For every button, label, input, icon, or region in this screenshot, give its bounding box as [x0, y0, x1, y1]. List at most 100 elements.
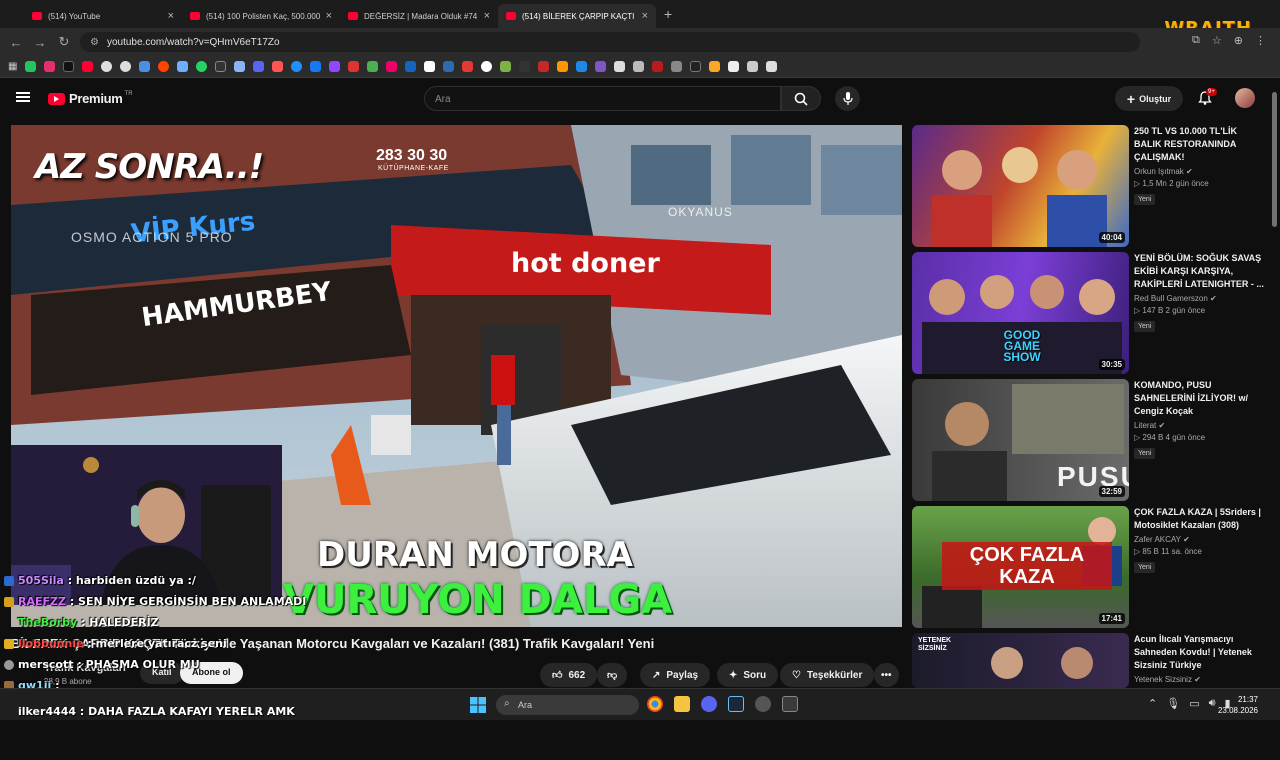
bookmark-icon[interactable] — [538, 61, 550, 72]
bookmark-icon[interactable] — [652, 61, 664, 72]
bookmark-icon[interactable] — [614, 61, 626, 72]
bookmark-icon[interactable] — [747, 61, 759, 72]
close-icon[interactable]: × — [484, 10, 490, 22]
apps-grid-icon[interactable]: ▦ — [8, 61, 17, 72]
bookmark-icon[interactable] — [500, 61, 512, 72]
browser-tab-3[interactable]: DEĞERSİZ | Madara Olduk #74 × — [340, 4, 498, 28]
bookmark-icon[interactable] — [633, 61, 645, 72]
video-thumbnail[interactable]: PUSU 32:59 — [912, 379, 1129, 501]
bookmark-icon[interactable] — [348, 61, 360, 72]
bookmark-icon[interactable] — [25, 61, 37, 72]
bookmark-icon[interactable] — [443, 61, 455, 72]
bookmark-icon[interactable] — [405, 61, 417, 72]
bookmark-icon[interactable] — [120, 61, 132, 72]
bookmark-icon[interactable] — [481, 61, 493, 72]
page-scrollbar[interactable] — [1272, 92, 1277, 227]
bookmark-icon[interactable] — [576, 61, 588, 72]
bookmark-icon[interactable] — [291, 61, 303, 72]
close-icon[interactable]: × — [642, 10, 648, 22]
bookmark-icon[interactable] — [671, 61, 683, 72]
bookmark-icon[interactable] — [253, 61, 265, 72]
chrome-icon[interactable] — [647, 696, 663, 712]
ask-button[interactable]: ✦ Soru — [717, 663, 779, 687]
recommendation-title[interactable]: KOMANDO, PUSU SAHNELERİNİ İZLİYOR! w/ Ce… — [1134, 379, 1264, 418]
browser-tab-2[interactable]: (514) 100 Polisten Kaç, 500.000 × — [182, 4, 340, 28]
bookmark-icon[interactable] — [728, 61, 740, 72]
bookmark-icon[interactable] — [766, 61, 778, 72]
install-icon[interactable]: ⧉ — [1192, 34, 1200, 47]
bookmark-icon[interactable] — [82, 61, 94, 72]
bookmark-icon[interactable] — [310, 61, 322, 72]
menu-dots-icon[interactable]: ⋮ — [1255, 34, 1266, 47]
recommendation-title[interactable]: ÇOK FAZLA KAZA | 5Sriders | Motosiklet K… — [1134, 506, 1264, 532]
like-button[interactable]: 👍︎ 662 — [540, 663, 598, 687]
close-icon[interactable]: × — [326, 10, 332, 22]
recommendation-item[interactable]: ÇOK FAZLA KAZA 17:41 ÇOK FAZLA KAZA | 5S… — [912, 506, 1267, 633]
bookmark-icon[interactable] — [101, 61, 113, 72]
taskbar-search[interactable]: ⌕ Ara — [496, 695, 639, 715]
thanks-button[interactable]: ♡ Teşekkürler — [780, 663, 875, 687]
bookmark-icon[interactable] — [158, 61, 170, 72]
volume-icon[interactable]: 🔊︎ — [1209, 697, 1216, 710]
system-clock[interactable]: 21:37 23.08.2026 — [1218, 694, 1258, 716]
discord-icon[interactable] — [701, 696, 717, 712]
more-actions-button[interactable]: ••• — [874, 663, 899, 687]
video-thumbnail[interactable]: YETENEK SİZSİNİZ — [912, 633, 1129, 688]
recommendation-item[interactable]: 40:04 250 TL VS 10.000 TL'LİK BALIK REST… — [912, 125, 1267, 252]
bookmark-icon[interactable] — [215, 61, 227, 72]
bookmark-icon[interactable] — [367, 61, 379, 72]
browser-tab-active[interactable]: (514) BİLEREK ÇARPIP KAÇTI Tü × — [498, 4, 656, 28]
recommendation-channel[interactable]: Red Bull Gamerszon — [1134, 294, 1208, 303]
bookmark-icon[interactable] — [690, 61, 702, 72]
bookmark-icon[interactable] — [272, 61, 284, 72]
windows-start-icon[interactable] — [470, 697, 486, 713]
bookmark-icon[interactable] — [462, 61, 474, 72]
recommendation-channel[interactable]: Literat — [1134, 421, 1156, 430]
folder-icon[interactable] — [674, 696, 690, 712]
mic-icon[interactable]: 🎙︎ — [1166, 697, 1180, 710]
video-player[interactable]: AZ SONRA..! 283 30 30 KÜTÜPHANE-KAFE VİP… — [11, 125, 902, 627]
search-button[interactable] — [781, 86, 821, 111]
video-thumbnail[interactable]: ÇOK FAZLA KAZA 17:41 — [912, 506, 1129, 628]
bookmark-icon[interactable] — [329, 61, 341, 72]
new-tab-button[interactable]: + — [664, 6, 672, 22]
search-input[interactable]: Ara — [424, 86, 781, 111]
video-thumbnail[interactable]: 40:04 — [912, 125, 1129, 247]
dislike-button[interactable]: 👎︎ — [597, 663, 628, 687]
menu-icon[interactable] — [16, 92, 30, 102]
youtube-premium-logo[interactable]: Premium TR — [48, 91, 133, 106]
voice-search-button[interactable] — [835, 86, 860, 111]
bookmark-icon[interactable] — [63, 61, 75, 72]
recommendation-channel[interactable]: Zafer AKCAY — [1134, 535, 1181, 544]
settings-icon[interactable] — [755, 696, 771, 712]
chevron-up-icon[interactable]: ⌃ — [1148, 697, 1157, 710]
back-arrow-icon[interactable]: ← — [4, 35, 28, 50]
browser-tab-1[interactable]: (514) YouTube × — [24, 4, 182, 28]
reload-icon[interactable]: ↻ — [52, 34, 76, 50]
close-icon[interactable]: × — [168, 10, 174, 22]
recommendation-item[interactable]: GOOD GAME SHOW 30:35 YENİ BÖLÜM: SOĞUK S… — [912, 252, 1267, 379]
bookmark-icon[interactable] — [424, 61, 436, 72]
url-field[interactable]: ⚙ youtube.com/watch?v=QHmV6eT17Zo — [80, 32, 1140, 52]
calculator-icon[interactable] — [782, 696, 798, 712]
video-thumbnail[interactable]: GOOD GAME SHOW 30:35 — [912, 252, 1129, 374]
bookmark-icon[interactable] — [709, 61, 721, 72]
site-info-icon[interactable]: ⚙ — [90, 37, 99, 48]
bookmark-icon[interactable] — [519, 61, 531, 72]
bookmark-icon[interactable] — [44, 61, 56, 72]
bookmark-icon[interactable] — [595, 61, 607, 72]
bookmark-icon[interactable] — [177, 61, 189, 72]
extensions-icon[interactable]: ⊕ — [1234, 34, 1243, 47]
recommendation-title[interactable]: 250 TL VS 10.000 TL'LİK BALIK RESTORANIN… — [1134, 125, 1264, 164]
forward-arrow-icon[interactable]: → — [28, 35, 52, 50]
bookmark-icon[interactable] — [234, 61, 246, 72]
network-icon[interactable]: ▭ — [1189, 697, 1199, 710]
create-button[interactable]: + Oluştur — [1115, 86, 1183, 111]
recommendation-title[interactable]: Acun İlıcalı Yarışmacıyı Sahneden Kovdu!… — [1134, 633, 1264, 672]
recommendation-title[interactable]: YENİ BÖLÜM: SOĞUK SAVAŞ EKİBİ KARŞI KARŞ… — [1134, 252, 1264, 291]
recommendation-channel[interactable]: Yetenek Sizsiniz — [1134, 675, 1192, 684]
avatar[interactable] — [1235, 88, 1255, 108]
star-icon[interactable]: ☆ — [1212, 34, 1222, 47]
bookmark-icon[interactable] — [557, 61, 569, 72]
bookmark-icon[interactable] — [386, 61, 398, 72]
